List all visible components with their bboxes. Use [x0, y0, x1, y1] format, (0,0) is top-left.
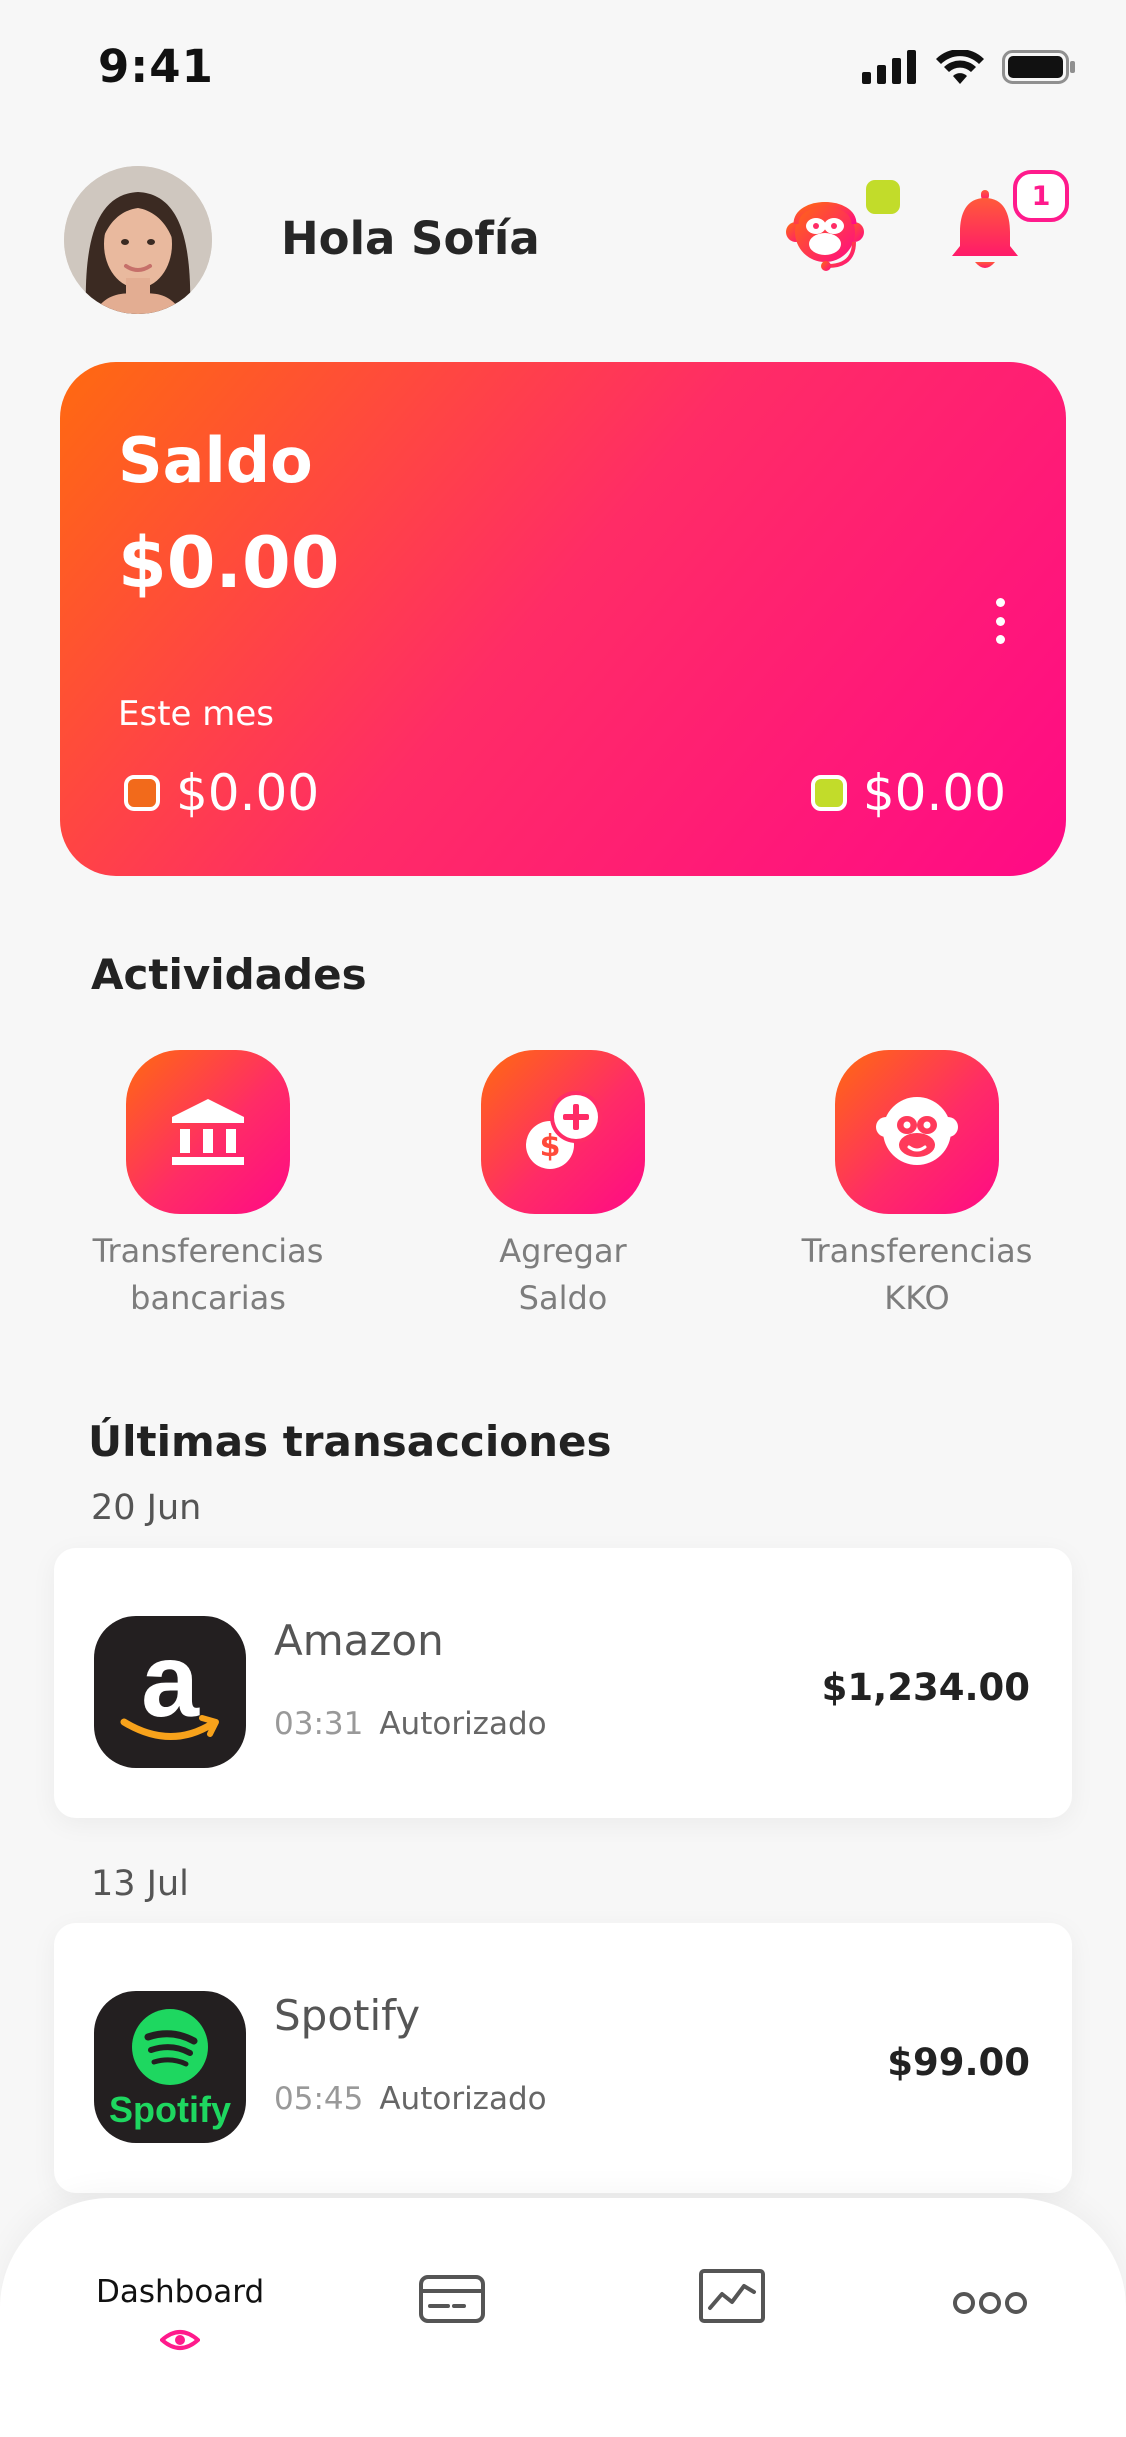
card-menu-icon[interactable]	[988, 598, 1012, 644]
tab-dashboard[interactable]: Dashboard	[96, 2274, 264, 2352]
activity-label: Agregar	[499, 1232, 627, 1270]
transaction-row[interactable]: Spotify Spotify 05:45 Autorizado $99.00	[54, 1923, 1072, 2193]
transaction-status: Autorizado	[379, 1706, 547, 1742]
support-button[interactable]	[782, 190, 868, 276]
greeting: Hola Sofía	[281, 212, 540, 265]
transaction-time: 05:45	[274, 2081, 364, 2117]
activity-add-balance[interactable]: $ Agregar Saldo	[448, 1050, 678, 1322]
activity-bank-transfer[interactable]: Transferencias bancarias	[93, 1050, 323, 1322]
activities-title: Actividades	[91, 950, 367, 999]
transaction-time: 03:31	[274, 1706, 364, 1742]
bank-icon	[172, 1099, 244, 1165]
avatar[interactable]	[64, 166, 212, 314]
signal-icon	[862, 50, 916, 84]
merchant-name: Amazon	[274, 1616, 444, 1665]
chart-icon	[699, 2269, 765, 2323]
svg-text:a: a	[141, 1623, 200, 1739]
transaction-status: Autorizado	[379, 2081, 547, 2117]
activity-label-2: KKO	[884, 1279, 950, 1317]
month-amount-right: $0.00	[810, 764, 1006, 822]
notification-badge: 1	[1013, 170, 1069, 222]
spotify-logo: Spotify	[94, 1991, 246, 2143]
svg-text:$: $	[540, 1129, 561, 1164]
tab-label: Dashboard	[96, 2274, 265, 2310]
battery-icon	[1002, 50, 1075, 84]
activity-icon-tile	[126, 1050, 290, 1214]
activity-label: Transferencias	[801, 1232, 1033, 1270]
status-time: 9:41	[98, 40, 214, 93]
transaction-meta: 05:45 Autorizado	[274, 2081, 547, 2117]
tab-stats[interactable]	[698, 2268, 766, 2324]
bell-icon	[952, 190, 1018, 268]
activity-label-2: Saldo	[518, 1279, 608, 1317]
period-label: Este mes	[118, 694, 275, 734]
transaction-date: 20 Jun	[91, 1488, 202, 1528]
card-icon	[419, 2275, 485, 2323]
user-photo	[64, 166, 212, 314]
balance-card[interactable]: Saldo $0.00 Este mes $0.00 $0.00	[60, 362, 1066, 876]
transaction-amount: $99.00	[887, 2041, 1030, 2084]
tab-cards[interactable]	[418, 2274, 486, 2324]
tab-bar: Dashboard	[0, 2198, 1126, 2437]
tab-more[interactable]	[952, 2290, 1028, 2316]
merchant-name: Spotify	[274, 1991, 421, 2040]
transaction-row[interactable]: a Amazon 03:31 Autorizado $1,234.00	[54, 1548, 1072, 1818]
month-amount-left: $0.00	[124, 764, 319, 822]
amazon-icon: a	[120, 1623, 219, 1740]
lime-marker-icon	[810, 775, 847, 811]
transaction-amount: $1,234.00	[821, 1666, 1030, 1709]
orange-marker-icon	[124, 775, 160, 811]
support-monkey-icon	[786, 202, 864, 271]
transaction-meta: 03:31 Autorizado	[274, 1706, 547, 1742]
eye-icon	[160, 2330, 201, 2350]
right-amount: $0.00	[862, 764, 1006, 822]
add-coin-icon: $	[526, 1091, 602, 1169]
wifi-icon	[936, 50, 984, 84]
status-icons	[862, 50, 1076, 84]
left-amount: $0.00	[176, 764, 320, 822]
spotify-icon: Spotify	[109, 2009, 231, 2130]
monkey-icon	[876, 1097, 958, 1165]
transactions-title: Últimas transacciones	[88, 1417, 612, 1466]
transaction-date: 13 Jul	[91, 1864, 189, 1904]
status-dot	[866, 180, 900, 214]
activity-kko-transfer[interactable]: Transferencias KKO	[802, 1050, 1032, 1322]
activity-icon-tile: $	[481, 1050, 645, 1214]
more-icon	[953, 2292, 1027, 2314]
activity-icon-tile	[835, 1050, 999, 1214]
balance-title: Saldo	[118, 424, 313, 497]
spotify-wordmark: Spotify	[109, 2089, 231, 2130]
activity-label: Transferencias	[92, 1232, 324, 1270]
notifications-button[interactable]	[948, 188, 1022, 274]
balance-amount: $0.00	[118, 522, 340, 604]
activity-label-2: bancarias	[130, 1279, 286, 1317]
amazon-logo: a	[94, 1616, 246, 1768]
